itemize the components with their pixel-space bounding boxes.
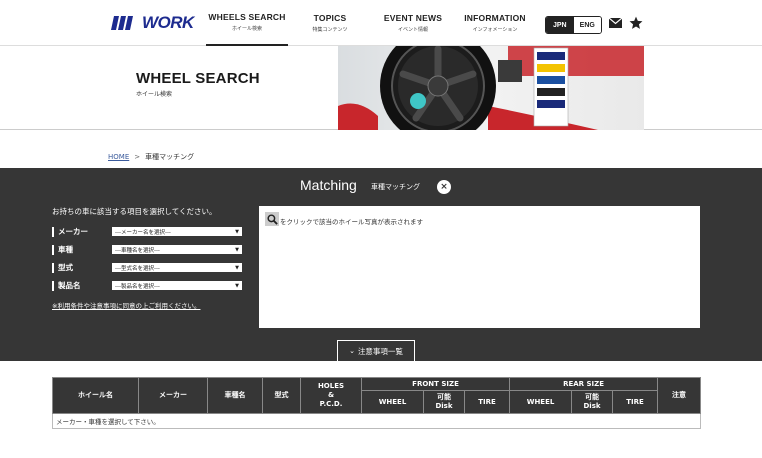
- table-row: メーカー・車種を選択して下さい。: [51, 413, 702, 429]
- matching-instructions: お持ちの車に該当する項目を選択してください。: [52, 207, 217, 216]
- nav-wheels-search[interactable]: WHEELS SEARCH ホイール検索: [206, 0, 288, 46]
- nav-topics[interactable]: TOPICS 特集コンテンツ: [288, 0, 372, 46]
- lang-eng-button[interactable]: ENG: [573, 17, 601, 33]
- empty-message: メーカー・車種を選択して下さい。: [51, 413, 702, 429]
- col-car: 車種名: [207, 377, 263, 414]
- breadcrumb-home-link[interactable]: HOME: [108, 153, 129, 161]
- nav-label: TOPICS: [313, 13, 347, 23]
- col-rear-size: REAR SIZE: [509, 377, 659, 391]
- product-row: 製品名 ---製品名を選択--- ▼: [52, 280, 242, 291]
- matching-subtitle: 車種マッチング: [371, 183, 420, 191]
- maker-label: メーカー: [52, 226, 112, 237]
- model-label: 型式: [52, 262, 112, 273]
- product-select-value: ---製品名を選択---: [115, 283, 160, 290]
- logo-mark-icon: [111, 16, 133, 30]
- col-front-wheel: WHEEL: [361, 390, 424, 414]
- close-icon[interactable]: ×: [437, 180, 451, 194]
- nav-sublabel: インフォメーション: [472, 27, 518, 33]
- terms-link[interactable]: ※利用条件や注意事項に同意の上ご利用ください。: [52, 300, 200, 310]
- model-row: 型式 ---型式名を選択--- ▼: [52, 262, 242, 273]
- car-row: 車種 ---車種名を選択--- ▼: [52, 244, 242, 255]
- disk-label-1: 可能: [585, 393, 600, 402]
- nav-sublabel: イベント情報: [397, 27, 428, 33]
- nav-sublabel: 特集コンテンツ: [312, 27, 348, 33]
- col-rear-tire: TIRE: [612, 390, 659, 414]
- maker-select-value: ---メーカー名を選択---: [115, 229, 171, 236]
- logo-text: WORK: [142, 13, 194, 32]
- notes-list-button[interactable]: ⌄ 注意事項一覧: [337, 340, 415, 361]
- col-model: 型式: [262, 377, 301, 414]
- language-switch: JPN ENG: [545, 16, 602, 34]
- nav-label: EVENT NEWS: [383, 13, 443, 23]
- model-select-value: ---型式名を選択---: [115, 265, 160, 272]
- matching-title: Matching: [300, 177, 357, 193]
- chevron-down-icon: ⌄: [349, 347, 355, 355]
- product-label: 製品名: [52, 280, 112, 291]
- result-preview-area: をクリックで該当のホイール写真が表示されます: [259, 206, 700, 328]
- nav-event-news[interactable]: EVENT NEWS イベント情報: [372, 0, 454, 46]
- chevron-down-icon: ▼: [235, 264, 239, 271]
- lang-jpn-button[interactable]: JPN: [546, 17, 574, 33]
- maker-row: メーカー ---メーカー名を選択--- ▼: [52, 226, 242, 237]
- site-header: WORK WHEELS SEARCH ホイール検索 TOPICS 特集コンテンツ…: [0, 0, 762, 46]
- disk-label-1: 可能: [437, 393, 451, 402]
- hero-wheel-image: [338, 46, 644, 130]
- col-front-disk: 可能 Disk: [423, 390, 465, 414]
- matching-panel: Matching 車種マッチング × お持ちの車に該当する項目を選択してください…: [0, 168, 762, 361]
- pcd-label: P.C.D.: [319, 399, 343, 408]
- page-subtitle: ホイール検索: [136, 91, 173, 98]
- col-rear-disk: 可能 Disk: [571, 390, 614, 414]
- product-select[interactable]: ---製品名を選択--- ▼: [112, 281, 242, 290]
- breadcrumb-separator: >: [134, 153, 141, 161]
- nav-sublabel: ホイール検索: [231, 26, 262, 32]
- chevron-down-icon: ▼: [235, 228, 239, 235]
- favorite-star-icon[interactable]: [629, 16, 643, 30]
- work-logo[interactable]: WORK: [110, 13, 194, 32]
- maker-select[interactable]: ---メーカー名を選択--- ▼: [112, 227, 242, 236]
- amp-label: &: [327, 391, 335, 400]
- result-hint: をクリックで該当のホイール写真が表示されます: [280, 218, 423, 226]
- notes-button-label: 注意事項一覧: [357, 346, 403, 356]
- breadcrumb-current: 車種マッチング: [145, 153, 195, 161]
- car-select[interactable]: ---車種名を選択--- ▼: [112, 245, 242, 254]
- col-holes-pcd: HOLES & P.C.D.: [300, 377, 362, 414]
- results-table: ホイール名 メーカー 車種名 型式 HOLES & P.C.D. FRONT S…: [51, 377, 702, 429]
- nav-information[interactable]: INFORMATION インフォメーション: [454, 0, 536, 46]
- model-select[interactable]: ---型式名を選択--- ▼: [112, 263, 242, 272]
- breadcrumb: HOME > 車種マッチング: [108, 152, 194, 162]
- hero-banner: WHEEL SEARCH ホイール検索: [0, 46, 762, 130]
- col-front-size: FRONT SIZE: [360, 377, 511, 391]
- col-maker: メーカー: [138, 377, 208, 414]
- col-front-tire: TIRE: [463, 390, 511, 414]
- mail-icon[interactable]: [608, 16, 622, 30]
- col-notes: 注意: [657, 377, 702, 414]
- car-select-value: ---車種名を選択---: [115, 247, 160, 254]
- nav-label: WHEELS SEARCH: [208, 12, 286, 22]
- chevron-down-icon: ▼: [235, 282, 239, 289]
- disk-label-2: Disk: [435, 402, 453, 410]
- main-nav: WHEELS SEARCH ホイール検索 TOPICS 特集コンテンツ EVEN…: [206, 0, 536, 46]
- car-label: 車種: [52, 244, 112, 255]
- col-rear-wheel: WHEEL: [509, 390, 573, 414]
- page-title: WHEEL SEARCH: [136, 70, 260, 87]
- holes-label: HOLES: [317, 382, 345, 391]
- search-icon: [265, 212, 279, 226]
- chevron-down-icon: ▼: [235, 246, 239, 253]
- nav-label: INFORMATION: [464, 13, 526, 23]
- col-wheel-name: ホイール名: [52, 377, 139, 414]
- disk-label-2: Disk: [583, 402, 601, 410]
